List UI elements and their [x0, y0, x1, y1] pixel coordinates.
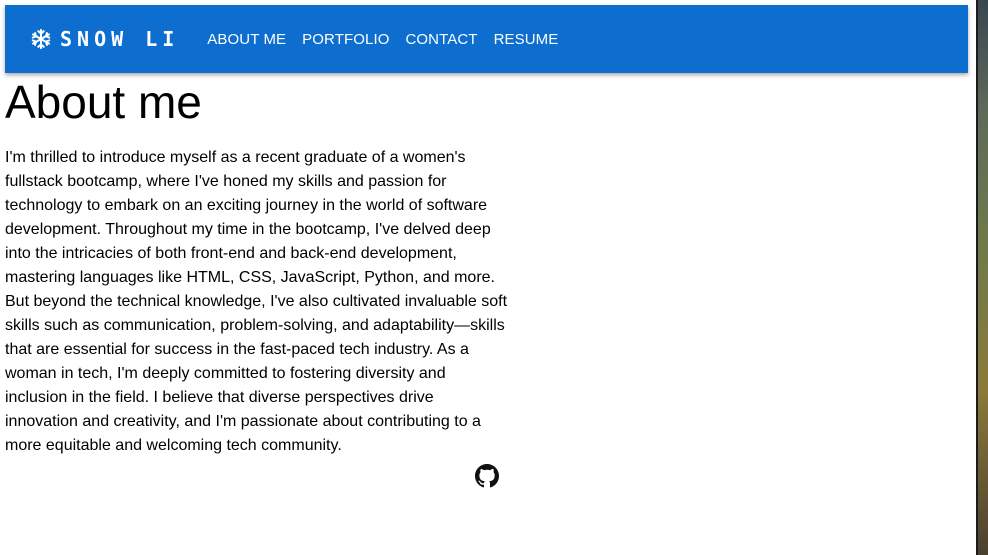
nav-resume[interactable]: RESUME: [494, 31, 559, 48]
background-photo-edge: [976, 0, 988, 555]
nav-about-me[interactable]: ABOUT ME: [207, 31, 286, 48]
navbar: SNOW LI ABOUT ME PORTFOLIO CONTACT RESUM…: [5, 5, 968, 73]
github-link[interactable]: [475, 464, 499, 488]
github-icon: [475, 464, 499, 488]
nav-portfolio[interactable]: PORTFOLIO: [302, 31, 389, 48]
page-title: About me: [5, 76, 202, 128]
brand-link[interactable]: SNOW LI: [30, 27, 179, 51]
snowflake-icon: [31, 28, 51, 50]
nav-contact[interactable]: CONTACT: [405, 31, 477, 48]
nav-links: ABOUT ME PORTFOLIO CONTACT RESUME: [197, 31, 564, 48]
bio-paragraph: I'm thrilled to introduce myself as a re…: [5, 149, 508, 454]
brand-name: SNOW LI: [60, 27, 180, 51]
